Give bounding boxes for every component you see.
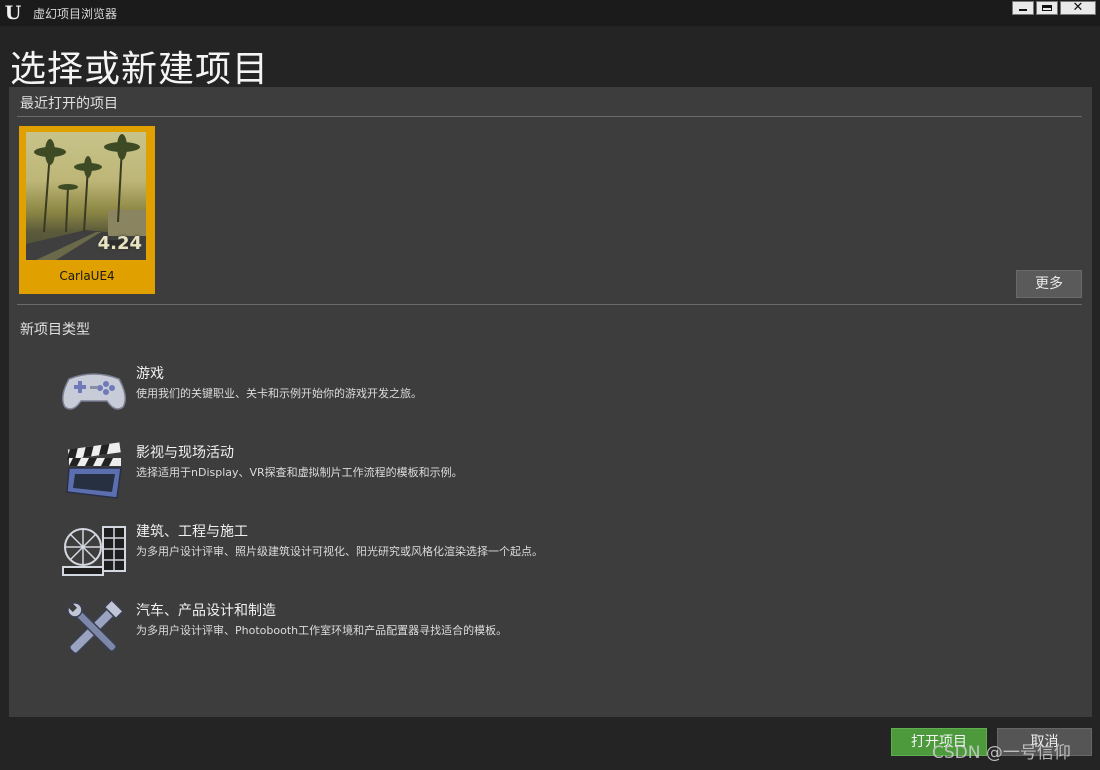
project-thumbnail: 4.24 bbox=[26, 132, 146, 260]
template-description: 选择适用于nDisplay、VR探查和虚拟制片工作流程的模板和示例。 bbox=[136, 466, 463, 479]
close-button[interactable]: ✕ bbox=[1060, 1, 1096, 15]
template-name: 汽车、产品设计和制造 bbox=[136, 603, 276, 619]
divider bbox=[17, 304, 1082, 305]
template-name: 影视与现场活动 bbox=[136, 445, 234, 461]
gamepad-icon bbox=[59, 357, 129, 427]
title-bar: U 虚幻项目浏览器 ✕ bbox=[0, 0, 1100, 26]
unreal-logo-icon: U bbox=[4, 2, 22, 24]
minimize-icon bbox=[1013, 2, 1033, 14]
template-description: 为多用户设计评审、照片级建筑设计可视化、阳光研究或风格化渲染选择一个起点。 bbox=[136, 545, 543, 558]
template-description: 为多用户设计评审、Photobooth工作室环境和产品配置器寻找适合的模板。 bbox=[136, 624, 508, 637]
close-icon: ✕ bbox=[1072, 0, 1084, 15]
template-description: 使用我们的关键职业、关卡和示例开始你的游戏开发之旅。 bbox=[136, 387, 422, 400]
window-controls: ✕ bbox=[1012, 1, 1096, 15]
template-name: 建筑、工程与施工 bbox=[136, 524, 248, 540]
architecture-icon bbox=[59, 515, 129, 585]
divider bbox=[17, 116, 1082, 117]
clapperboard-icon bbox=[59, 436, 129, 506]
window-title: 虚幻项目浏览器 bbox=[33, 7, 118, 21]
template-item-architecture[interactable]: 建筑、工程与施工 为多用户设计评审、照片级建筑设计可视化、阳光研究或风格化渲染选… bbox=[59, 515, 759, 585]
template-item-games[interactable]: 游戏 使用我们的关键职业、关卡和示例开始你的游戏开发之旅。 bbox=[59, 357, 759, 427]
template-name: 游戏 bbox=[136, 366, 164, 382]
watermark: CSDN @一号信仰 bbox=[932, 743, 1071, 763]
project-browser-panel: 最近打开的项目 4.24 CarlaUE4 更多 新项目类型 游戏 使用我们的关… bbox=[9, 87, 1092, 717]
template-item-automotive[interactable]: 汽车、产品设计和制造 为多用户设计评审、Photobooth工作室环境和产品配置… bbox=[59, 594, 759, 664]
tools-icon bbox=[59, 594, 129, 664]
new-project-types-title: 新项目类型 bbox=[20, 322, 90, 338]
project-tile-carlaue4[interactable]: 4.24 CarlaUE4 bbox=[19, 126, 155, 294]
maximize-button[interactable] bbox=[1036, 1, 1058, 15]
minimize-button[interactable] bbox=[1012, 1, 1034, 15]
template-item-film-tv-live-events[interactable]: 影视与现场活动 选择适用于nDisplay、VR探查和虚拟制片工作流程的模板和示… bbox=[59, 436, 759, 506]
recent-projects-title: 最近打开的项目 bbox=[20, 96, 118, 112]
maximize-icon bbox=[1037, 2, 1057, 14]
more-button[interactable]: 更多 bbox=[1016, 270, 1082, 298]
engine-version-label: 4.24 bbox=[97, 233, 142, 254]
page-title: 选择或新建项目 bbox=[10, 49, 270, 90]
project-name: CarlaUE4 bbox=[59, 269, 115, 283]
